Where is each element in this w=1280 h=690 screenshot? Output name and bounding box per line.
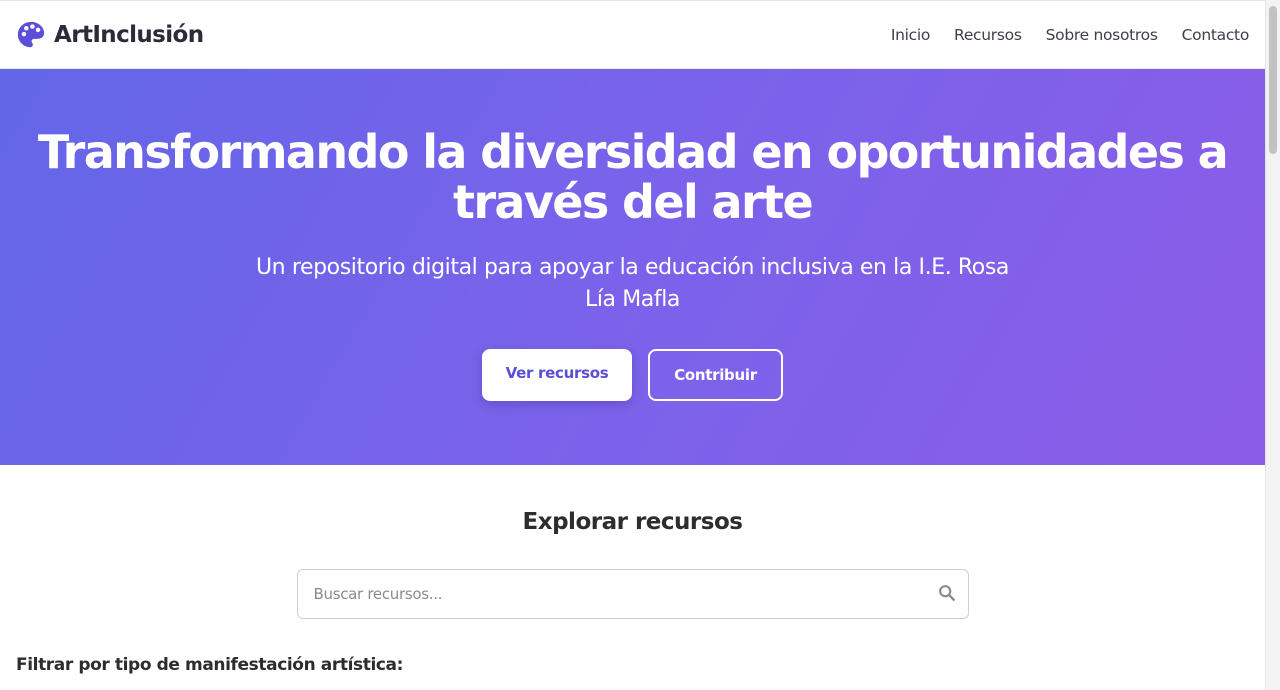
search-icon[interactable] — [938, 584, 956, 602]
hero-section: Transformando la diversidad en oportunid… — [0, 69, 1265, 465]
nav-link-inicio[interactable]: Inicio — [891, 26, 931, 44]
search-input[interactable] — [313, 585, 952, 603]
palette-icon — [17, 21, 45, 47]
contribuir-button[interactable]: Contribuir — [648, 349, 783, 401]
page: ArtInclusión Inicio Recursos Sobre nosot… — [0, 0, 1265, 690]
brand-name: ArtInclusión — [54, 21, 204, 48]
explore-section: Explorar recursos Filtrar por tipo de ma… — [0, 509, 1265, 675]
hero-actions: Ver recursos Contribuir — [482, 349, 783, 401]
ver-recursos-button[interactable]: Ver recursos — [482, 349, 632, 401]
hero-subtitle: Un repositorio digital para apoyar la ed… — [255, 255, 1010, 312]
filter-label: Filtrar por tipo de manifestación artíst… — [16, 655, 404, 675]
search-box — [296, 569, 969, 619]
scrollbar-thumb[interactable] — [1269, 6, 1277, 154]
page-scrollbar[interactable] — [1265, 0, 1280, 690]
nav-link-recursos[interactable]: Recursos — [954, 26, 1022, 44]
brand-logo-link[interactable]: ArtInclusión — [16, 20, 204, 50]
nav-link-sobre-nosotros[interactable]: Sobre nosotros — [1046, 26, 1158, 44]
main-nav: Inicio Recursos Sobre nosotros Contacto — [891, 26, 1249, 44]
nav-link-contacto[interactable]: Contacto — [1182, 26, 1250, 44]
explore-title: Explorar recursos — [522, 509, 743, 535]
navbar: ArtInclusión Inicio Recursos Sobre nosot… — [0, 0, 1265, 69]
hero-title: Transformando la diversidad en oportunid… — [37, 125, 1229, 229]
